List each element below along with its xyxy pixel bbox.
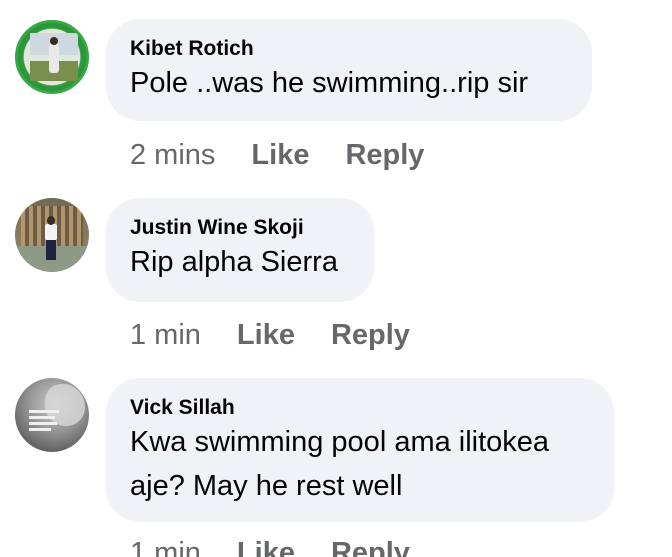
comment-bubble: Justin Wine Skoji Rip alpha Sierra <box>106 198 374 302</box>
avatar-line <box>29 422 57 425</box>
avatar-line <box>29 428 51 431</box>
like-button[interactable]: Like <box>237 317 295 353</box>
comment-text: Pole ..was he swimming..rip sir <box>130 67 529 99</box>
like-button[interactable]: Like <box>237 535 295 557</box>
like-button[interactable]: Like <box>251 137 309 173</box>
reply-button[interactable]: Reply <box>331 317 410 353</box>
avatar-legs <box>46 240 56 260</box>
comment-bubble: Kibet Rotich Pole ..was he swimming..rip… <box>106 19 592 121</box>
comment-actions: 1 min Like Reply <box>130 317 410 353</box>
avatar-line <box>29 416 55 419</box>
comment-text-line: aje? May he rest well <box>130 470 403 502</box>
comment-actions: 1 min Like Reply <box>130 535 410 557</box>
avatar[interactable] <box>15 378 89 452</box>
comment-timestamp[interactable]: 1 min <box>130 535 201 557</box>
avatar[interactable] <box>15 20 89 94</box>
avatar-head <box>50 37 58 45</box>
avatar[interactable] <box>15 198 89 272</box>
comment-bubble: Vick Sillah Kwa swimming pool ama ilitok… <box>106 378 614 522</box>
comment-author[interactable]: Kibet Rotich <box>130 37 566 61</box>
avatar-shape <box>45 384 85 426</box>
reply-button[interactable]: Reply <box>331 535 410 557</box>
comment-actions: 2 mins Like Reply <box>130 137 424 173</box>
reply-button[interactable]: Reply <box>345 137 424 173</box>
comment-timestamp[interactable]: 1 min <box>130 317 201 353</box>
comment-timestamp[interactable]: 2 mins <box>130 137 215 173</box>
avatar-line <box>29 410 59 413</box>
comment-text-line: Kwa swimming pool ama ilitokea <box>130 426 550 458</box>
avatar-person <box>45 224 57 240</box>
comment-author[interactable]: Vick Sillah <box>130 396 588 420</box>
comment-author[interactable]: Justin Wine Skoji <box>130 216 348 240</box>
avatar-person <box>49 43 59 73</box>
avatar-head <box>47 216 55 225</box>
comment-text: Rip alpha Sierra <box>130 246 338 278</box>
